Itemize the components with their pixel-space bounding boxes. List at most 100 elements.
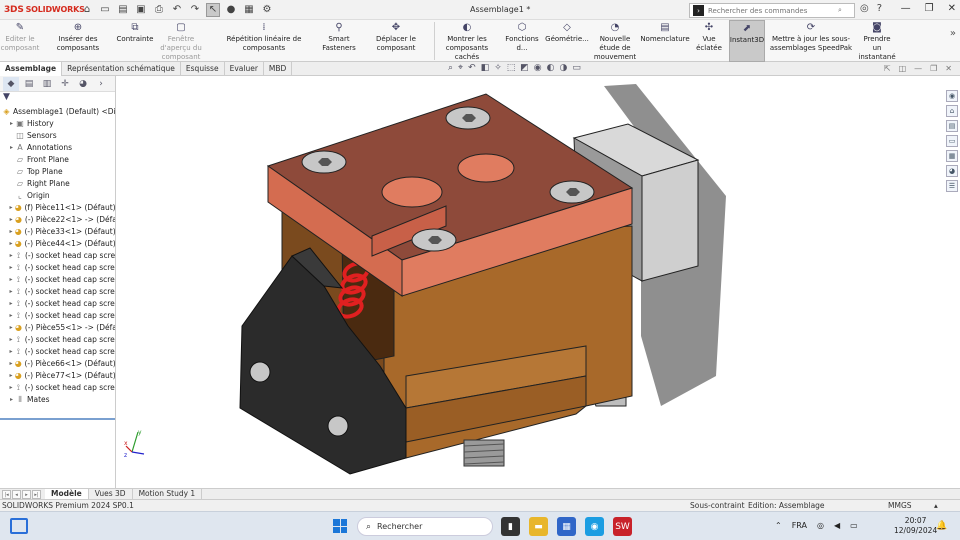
linear-pattern-button[interactable]: ⁞ Répétition linéaire de composants bbox=[208, 20, 320, 62]
notification-bell-icon[interactable]: 🔔 bbox=[936, 521, 947, 531]
bom-button[interactable]: ▤ Nomenclature bbox=[640, 20, 689, 62]
instant3d-button[interactable]: ⬈ Instant3D bbox=[729, 20, 765, 62]
viewport-split-icon[interactable]: ◫ bbox=[899, 64, 907, 73]
tree-item[interactable]: ▸◕(-) Pièce33<1> (Défaut) << bbox=[0, 226, 115, 238]
units-dropdown-icon[interactable]: ▴ bbox=[934, 501, 938, 510]
tree-item[interactable]: ▸⟟(-) socket head cap screw_a bbox=[0, 334, 115, 346]
custom-properties-icon[interactable]: ◕ bbox=[946, 165, 958, 177]
display-style-icon[interactable]: ◩ bbox=[520, 63, 529, 73]
search-icon[interactable]: ⌕ bbox=[838, 6, 842, 15]
dimxpert-tab-icon[interactable]: ✛ bbox=[57, 77, 73, 91]
configuration-tab-icon[interactable]: ▥ bbox=[39, 77, 55, 91]
insert-components-button[interactable]: ⊕ Insérer des composants bbox=[40, 20, 116, 62]
viewport-restore-icon[interactable]: ❐ bbox=[930, 64, 937, 73]
widgets-icon[interactable] bbox=[10, 518, 28, 534]
speedpak-button[interactable]: ⟳ Mettre à jour les sous-assemblages Spee… bbox=[765, 20, 857, 62]
tree-item[interactable]: ▸◕(-) Pièce44<1> (Défaut) << bbox=[0, 238, 115, 250]
solidworks-taskbar-icon[interactable]: SW bbox=[613, 517, 632, 536]
tab-3d-views[interactable]: Vues 3D bbox=[89, 488, 133, 500]
exploded-view-button[interactable]: ✣ Vue éclatée bbox=[689, 20, 729, 62]
property-manager-tab-icon[interactable]: ▤ bbox=[21, 77, 37, 91]
next-tab-icon[interactable]: ▸ bbox=[22, 489, 31, 499]
tab-schematic[interactable]: Représentation schématique bbox=[62, 62, 181, 76]
tree-item[interactable]: ▸⟟(-) socket head cap screw_a bbox=[0, 262, 115, 274]
undo-icon[interactable]: ↶ bbox=[170, 3, 184, 17]
task-view-icon[interactable]: ▮ bbox=[501, 517, 520, 536]
tree-item[interactable]: ▱ Top Plane bbox=[0, 166, 115, 178]
file-properties-icon[interactable]: ▦ bbox=[242, 3, 256, 17]
tab-mbd[interactable]: MBD bbox=[264, 62, 293, 76]
open-folder-icon[interactable]: ▤ bbox=[116, 3, 130, 17]
expand-arrow-icon[interactable]: ▸ bbox=[8, 394, 15, 406]
tree-item[interactable]: ▸⟟(-) socket head cap screw_a bbox=[0, 298, 115, 310]
mate-button[interactable]: ⧉ Contrainte bbox=[116, 20, 154, 62]
appearances-icon[interactable]: ▦ bbox=[946, 150, 958, 162]
user-account-icon[interactable]: ◎ bbox=[860, 3, 869, 14]
restore-icon[interactable]: ❐ bbox=[925, 3, 934, 14]
tree-item[interactable]: ▸⟟(-) socket head cap screw_i bbox=[0, 250, 115, 262]
help-icon[interactable]: ? bbox=[877, 3, 882, 14]
viewport-expand-icon[interactable]: ⇱ bbox=[884, 64, 891, 73]
design-library-icon[interactable]: ⌂ bbox=[946, 105, 958, 117]
save-icon[interactable]: ▣ bbox=[134, 3, 148, 17]
tree-item[interactable]: ▸⟟(-) socket head cap screw_a bbox=[0, 286, 115, 298]
view-orientation-icon[interactable]: ⬚ bbox=[507, 63, 516, 73]
start-windows-icon[interactable] bbox=[333, 519, 347, 533]
new-document-icon[interactable]: ▭ bbox=[98, 3, 112, 17]
tree-item[interactable]: ▸◕(f) Pièce11<1> (Défaut) << bbox=[0, 202, 115, 214]
command-search[interactable]: › ⌕ bbox=[689, 3, 855, 18]
tree-item[interactable]: ⌞ Origin bbox=[0, 190, 115, 202]
move-component-button[interactable]: ✥ Déplacer le composant bbox=[358, 20, 434, 62]
tree-item[interactable]: ▱ Front Plane bbox=[0, 154, 115, 166]
file-explorer-icon[interactable]: ▤ bbox=[946, 120, 958, 132]
tree-item[interactable]: ▸⟟(-) socket head cap screw_a bbox=[0, 274, 115, 286]
tree-item[interactable]: ▸⟟(-) socket head cap screw_a bbox=[0, 310, 115, 322]
tab-motion-study[interactable]: Motion Study 1 bbox=[133, 488, 203, 500]
view-settings-icon[interactable]: ▭ bbox=[572, 63, 581, 73]
rebuild-icon[interactable]: ● bbox=[224, 3, 238, 17]
volume-icon[interactable]: ◀ bbox=[834, 521, 840, 530]
dynamic-annotation-icon[interactable]: ✧ bbox=[494, 63, 502, 73]
network-icon[interactable]: ◎ bbox=[817, 521, 824, 530]
graphics-area[interactable]: y x z bbox=[116, 76, 944, 488]
battery-icon[interactable]: ▭ bbox=[850, 521, 858, 530]
close-icon[interactable]: ✕ bbox=[948, 3, 956, 14]
home-icon[interactable]: ⌂ bbox=[80, 3, 94, 17]
ribbon-more-chevron-icon[interactable]: » bbox=[950, 28, 956, 39]
tree-item[interactable]: ▸◕(-) Pièce55<1> -> (Défaut) bbox=[0, 322, 115, 334]
taskbar-search[interactable]: ⌕ Rechercher bbox=[357, 517, 493, 536]
filter-icon[interactable]: ▼ bbox=[0, 92, 115, 106]
display-manager-tab-icon[interactable]: ◕ bbox=[75, 77, 91, 91]
assembly-model[interactable] bbox=[116, 76, 944, 488]
zoom-fit-icon[interactable]: ⌕ bbox=[448, 63, 453, 73]
tray-chevron-icon[interactable]: ⌃ bbox=[775, 521, 782, 530]
expand-arrow-icon[interactable]: ▸ bbox=[8, 142, 15, 154]
clock[interactable]: 20:07 12/09/2024 bbox=[894, 516, 937, 536]
tree-item[interactable]: ▸ ▣ History bbox=[0, 118, 115, 130]
assembly-features-button[interactable]: ⬡ Fonctions d... bbox=[499, 20, 545, 62]
motion-study-button[interactable]: ◔ Nouvelle étude de mouvement bbox=[589, 20, 641, 62]
file-explorer-icon[interactable]: ▬ bbox=[529, 517, 548, 536]
search-input[interactable] bbox=[708, 6, 838, 15]
tree-item[interactable]: ▸ A Annotations bbox=[0, 142, 115, 154]
reference-geometry-button[interactable]: ◇ Géométrie... bbox=[545, 20, 589, 62]
store-icon[interactable]: ▦ bbox=[557, 517, 576, 536]
tree-root[interactable]: ◈ Assemblage1 (Default) <Displ bbox=[0, 106, 115, 118]
list-icon[interactable]: ☰ bbox=[946, 180, 958, 192]
tree-item[interactable]: ▸ ⫴ Mates bbox=[0, 394, 115, 406]
show-hidden-button[interactable]: ◐ Montrer les composants cachés bbox=[435, 20, 499, 62]
redo-icon[interactable]: ↷ bbox=[188, 3, 202, 17]
expand-arrow-icon[interactable]: ▸ bbox=[8, 118, 15, 130]
feature-tree-tab-icon[interactable]: ◆ bbox=[3, 76, 19, 91]
edge-browser-icon[interactable]: ◉ bbox=[585, 517, 604, 536]
zoom-area-icon[interactable]: ⌖ bbox=[458, 63, 463, 73]
first-tab-icon[interactable]: |◂ bbox=[2, 489, 11, 499]
view-palette-icon[interactable]: ▭ bbox=[946, 135, 958, 147]
scene-icon[interactable]: ◑ bbox=[559, 63, 567, 73]
preview-window-button[interactable]: ▢ Fenêtre d'aperçu du composant bbox=[154, 20, 208, 62]
tree-item[interactable]: ▸◕(-) Pièce66<1> (Défaut) << bbox=[0, 358, 115, 370]
tree-item[interactable]: ▸⟟(-) socket head cap screw_a bbox=[0, 346, 115, 358]
solidworks-logo[interactable]: 3DS SOLIDWORKS bbox=[0, 5, 85, 15]
tree-item[interactable]: ◫ Sensors bbox=[0, 130, 115, 142]
panel-chevron-icon[interactable]: › bbox=[93, 77, 109, 91]
